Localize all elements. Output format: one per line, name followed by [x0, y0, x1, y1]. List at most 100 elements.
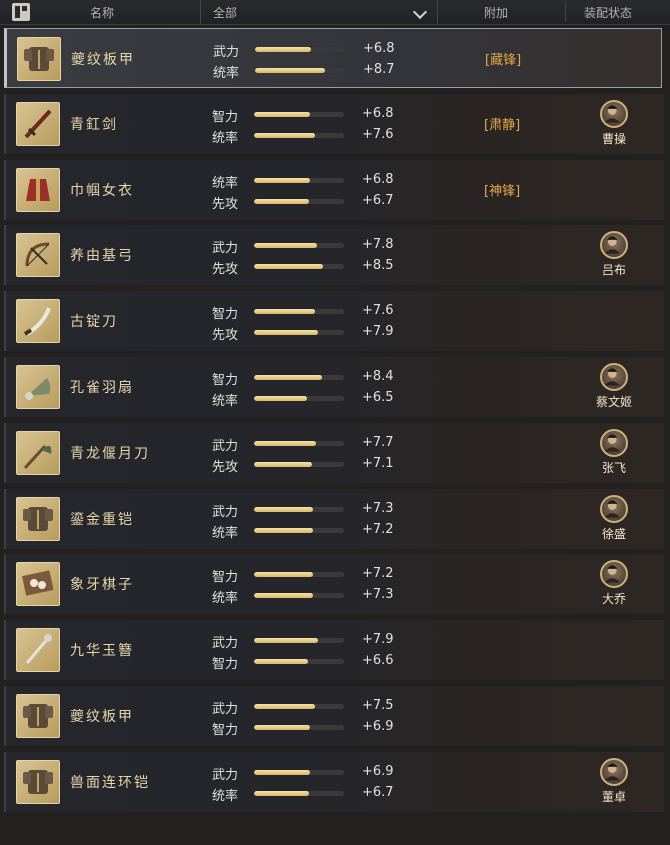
- header-bonus[interactable]: 附加: [484, 4, 508, 21]
- stat-value: +7.6: [362, 126, 394, 142]
- stat-value: +7.1: [362, 455, 394, 471]
- stat-row: 智力 +7.2: [212, 564, 402, 586]
- stat-bar-fill: [254, 440, 317, 446]
- stat-bar: [254, 638, 344, 644]
- stat-bar: [254, 461, 344, 467]
- item-row[interactable]: 象牙棋子 智力 +7.2 统率 +7.3 大乔: [4, 554, 664, 615]
- stat-bar-fill: [254, 725, 310, 730]
- general-avatar-icon: [600, 363, 628, 391]
- stat-bar-fill: [254, 132, 316, 138]
- stat-value: +6.9: [362, 763, 394, 779]
- stat-bar: [254, 704, 344, 709]
- stat-label: 武力: [213, 45, 240, 60]
- item-name: 鎏金重铠: [70, 511, 134, 528]
- stat-value: +7.2: [362, 521, 394, 537]
- header-equip-status[interactable]: 装配状态: [584, 4, 632, 21]
- stat-value: +7.9: [362, 324, 394, 340]
- stat-bar-fill: [254, 506, 314, 512]
- stat-label: 武力: [212, 504, 239, 520]
- stat-value: +7.8: [362, 237, 394, 253]
- stat-label: 武力: [212, 438, 239, 454]
- equipped-general[interactable]: 大乔: [588, 560, 638, 610]
- stat-value: +8.4: [362, 369, 394, 384]
- item-row[interactable]: 兽面连环铠 武力 +6.9 统率 +6.7 董卓: [4, 751, 664, 812]
- item-row[interactable]: 夔纹板甲 武力 +6.8 统率 +8.7 [藏锋]: [4, 28, 662, 88]
- stat-value: +6.7: [362, 192, 394, 208]
- equipped-general[interactable]: 徐盛: [588, 494, 638, 545]
- stat-bar-fill: [254, 790, 309, 796]
- stat-bar: [254, 396, 344, 401]
- stat-row: 统率 +8.7: [213, 60, 403, 81]
- stat-row: 智力 +6.6: [212, 651, 402, 672]
- equipped-general[interactable]: 张飞: [588, 428, 638, 479]
- item-name: 夔纹板甲: [71, 52, 135, 68]
- stat-bar: [254, 527, 344, 533]
- stat-bar-fill: [255, 68, 326, 73]
- stat-bar: [255, 47, 345, 52]
- item-name: 象牙棋子: [70, 577, 134, 594]
- general-name: 曹操: [601, 131, 626, 146]
- stat-row: 先攻 +7.9: [212, 322, 402, 344]
- bonus-tag: [神锋]: [484, 183, 521, 199]
- item-row[interactable]: 孔雀羽扇 智力 +8.4 统率 +6.5 蔡文姬: [4, 357, 664, 417]
- armor-icon: [17, 37, 61, 81]
- armor-icon: [16, 759, 60, 804]
- item-row[interactable]: 巾帼女衣 统率 +6.8 先攻 +6.7 [神锋]: [4, 159, 664, 220]
- stat-bar: [254, 375, 344, 380]
- bonus-tag: [肃静]: [484, 117, 521, 133]
- item-row[interactable]: 青釭剑 智力 +6.8 统率 +7.6 [肃静] 曹操: [4, 93, 664, 154]
- stat-bar-fill: [254, 375, 323, 380]
- general-name: 吕布: [601, 263, 626, 278]
- item-name: 青龙偃月刀: [70, 445, 150, 462]
- stat-bar-fill: [254, 527, 313, 533]
- stat-bar-fill: [254, 111, 310, 117]
- header-name[interactable]: 名称: [90, 4, 114, 21]
- hairpin-icon: [16, 628, 60, 673]
- item-row[interactable]: 夔纹板甲 武力 +7.5 智力 +6.9: [4, 686, 664, 746]
- stat-label: 武力: [212, 241, 239, 257]
- stat-value: +7.3: [362, 587, 394, 603]
- item-row[interactable]: 养由基弓 武力 +7.8 先攻 +8.5 吕布: [4, 225, 664, 286]
- item-row[interactable]: 九华玉簪 武力 +7.9 智力 +6.6: [4, 620, 664, 681]
- sword-icon: [16, 101, 60, 146]
- view-toggle-icon[interactable]: [12, 3, 30, 21]
- stat-bar: [254, 198, 344, 204]
- stat-bar: [254, 572, 344, 578]
- stat-label: 统率: [212, 394, 239, 409]
- stat-bar-fill: [254, 177, 310, 183]
- chevron-down-icon: [412, 4, 428, 20]
- general-name: 张飞: [601, 460, 626, 475]
- fan-icon: [16, 365, 60, 409]
- stat-bar-fill: [254, 264, 324, 270]
- stat-bar: [254, 725, 344, 730]
- filter-dropdown[interactable]: 全部: [200, 0, 438, 24]
- equipped-general[interactable]: 曹操: [588, 99, 638, 150]
- stat-row: 先攻 +8.5: [212, 256, 402, 277]
- stat-row: 先攻 +7.1: [212, 454, 402, 475]
- stat-bar-fill: [254, 330, 318, 336]
- equipped-general[interactable]: 吕布: [588, 231, 638, 281]
- stat-label: 统率: [212, 175, 239, 191]
- stat-row: 智力 +6.9: [212, 717, 402, 738]
- stat-bar-fill: [254, 572, 313, 578]
- stat-label: 先攻: [212, 328, 239, 344]
- header-divider: [565, 2, 566, 22]
- stat-bar-fill: [254, 309, 316, 315]
- item-row[interactable]: 青龙偃月刀 武力 +7.7 先攻 +7.1 张飞: [4, 422, 664, 483]
- stat-bar: [254, 593, 344, 599]
- stat-label: 智力: [212, 570, 239, 586]
- stat-label: 先攻: [212, 459, 239, 475]
- equipped-general[interactable]: 蔡文姬: [588, 363, 638, 413]
- stat-label: 武力: [212, 636, 239, 652]
- item-row[interactable]: 鎏金重铠 武力 +7.3 统率 +7.2 徐盛: [4, 488, 664, 549]
- equipped-general[interactable]: 董卓: [588, 757, 638, 808]
- stat-bar-fill: [255, 47, 311, 52]
- general-avatar-icon: [600, 99, 628, 128]
- item-row[interactable]: 古锭刀 智力 +7.6 先攻 +7.9: [4, 291, 664, 352]
- stat-value: +7.2: [362, 566, 394, 582]
- robe-icon: [16, 167, 60, 212]
- stat-row: 统率 +6.5: [212, 388, 402, 409]
- stat-label: 智力: [212, 723, 239, 738]
- stat-label: 统率: [212, 130, 239, 146]
- item-name: 青釭剑: [70, 116, 118, 133]
